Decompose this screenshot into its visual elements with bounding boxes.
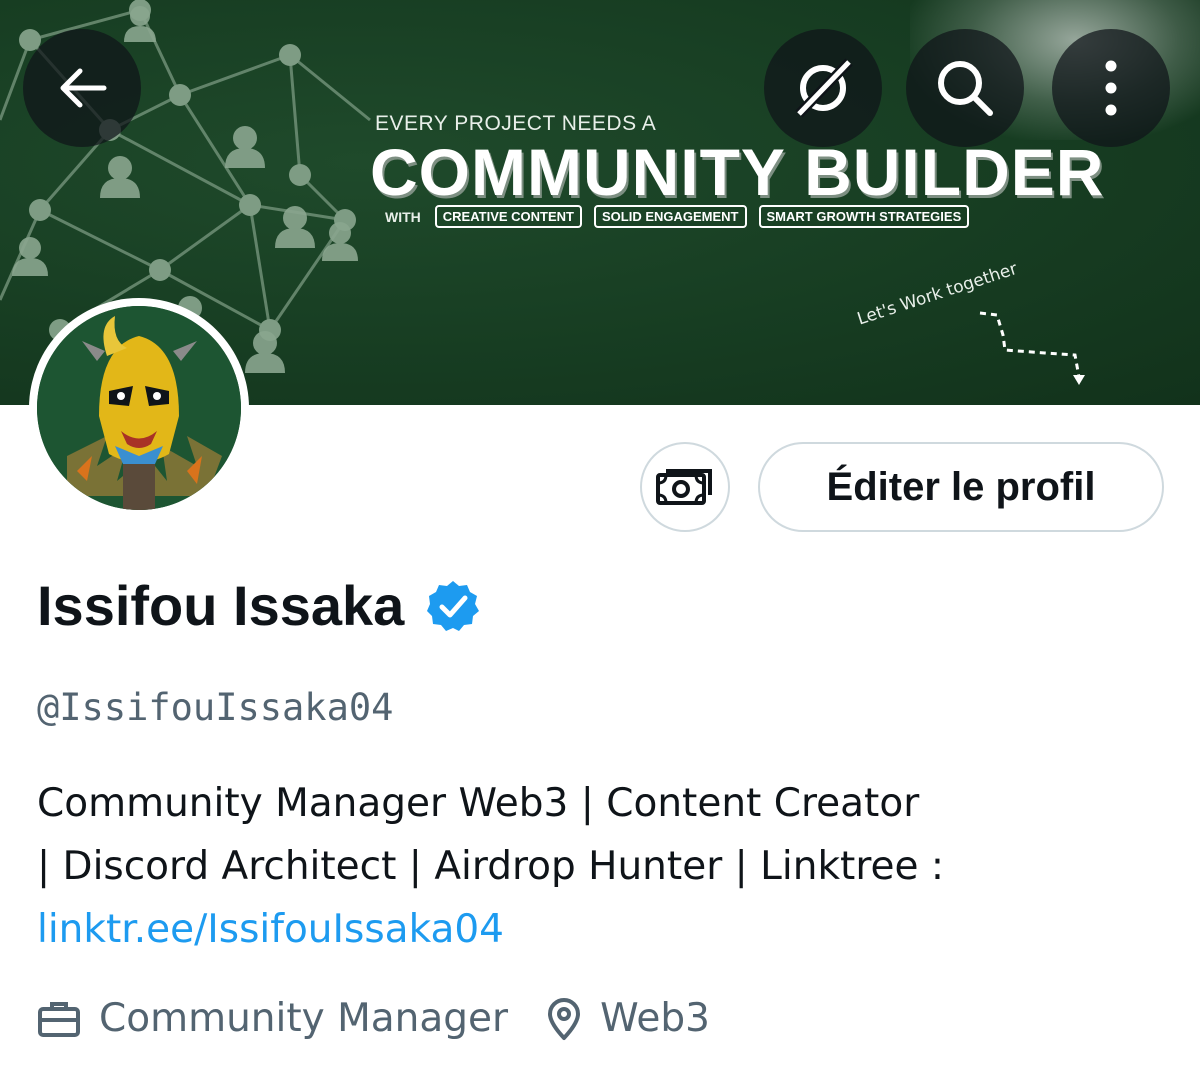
banner-pill: CREATIVE CONTENT bbox=[434, 205, 582, 228]
profile-handle: @IssifouIssaka04 bbox=[37, 686, 394, 729]
bio-line: Community Manager Web3 | Content Creator bbox=[37, 781, 920, 826]
banner-with-label: WITH bbox=[385, 208, 421, 225]
banner-pill-row: WITH CREATIVE CONTENT SOLID ENGAGEMENT S… bbox=[385, 205, 970, 228]
profile-name-row: Issifou Issaka bbox=[37, 578, 480, 634]
location-item: Web3 bbox=[546, 996, 710, 1041]
money-icon bbox=[656, 469, 712, 505]
search-icon bbox=[938, 61, 993, 116]
search-button[interactable] bbox=[906, 29, 1024, 147]
verified-badge-icon[interactable] bbox=[426, 579, 480, 633]
banner-pill: SOLID ENGAGEMENT bbox=[593, 205, 747, 228]
grok-button[interactable] bbox=[764, 29, 882, 147]
banner-headline: COMMUNITY BUILDER bbox=[370, 135, 1105, 209]
briefcase-icon bbox=[38, 1001, 80, 1037]
edit-profile-button[interactable]: Éditer le profil bbox=[758, 442, 1164, 532]
back-button[interactable] bbox=[23, 29, 141, 147]
arrow-left-icon bbox=[60, 68, 107, 108]
profile-name: Issifou Issaka bbox=[37, 574, 405, 637]
grok-icon bbox=[795, 58, 853, 118]
bio-link[interactable]: linktr.ee/IssifouIssaka04 bbox=[37, 898, 1167, 961]
bio-line: | Discord Architect | Airdrop Hunter | L… bbox=[37, 844, 945, 889]
location-label: Web3 bbox=[600, 996, 710, 1041]
more-options-button[interactable] bbox=[1052, 29, 1170, 147]
banner-pill: SMART GROWTH STRATEGIES bbox=[758, 205, 970, 228]
more-vertical-icon bbox=[1105, 60, 1117, 116]
avatar-image bbox=[37, 306, 241, 510]
profile-avatar[interactable] bbox=[29, 298, 249, 518]
profile-bio: Community Manager Web3 | Content Creator… bbox=[37, 772, 1167, 961]
banner-tagline: EVERY PROJECT NEEDS A bbox=[375, 112, 657, 135]
location-pin-icon bbox=[548, 997, 581, 1040]
profession-item: Community Manager bbox=[37, 996, 508, 1041]
monetization-button[interactable] bbox=[640, 442, 730, 532]
profession-label: Community Manager bbox=[99, 996, 509, 1041]
dashed-arrow-icon bbox=[979, 311, 1085, 385]
profile-meta-row: Community Manager Web3 bbox=[37, 996, 748, 1041]
